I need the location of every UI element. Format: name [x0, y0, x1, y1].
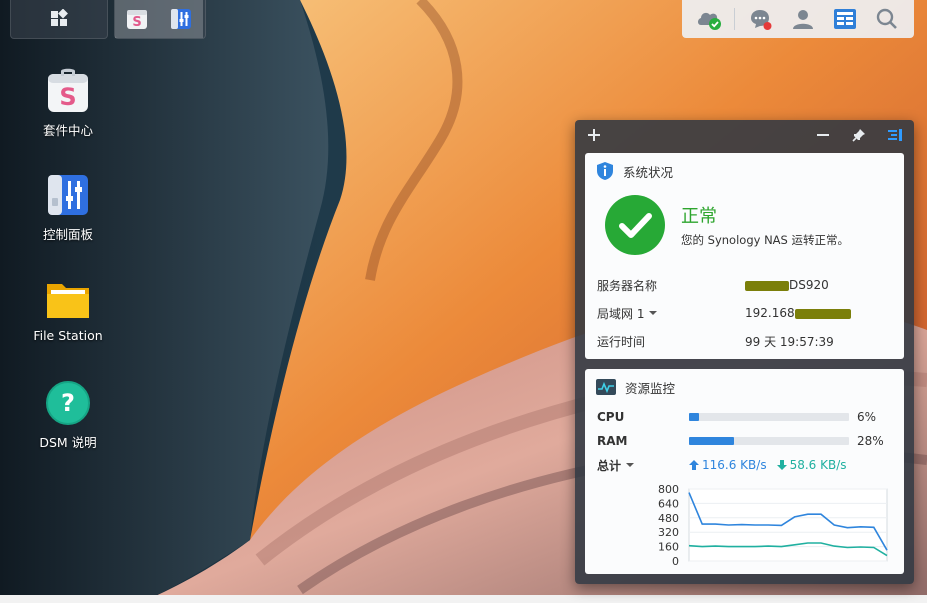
desktop-icon-label: 套件中心: [42, 123, 93, 138]
notifications-button[interactable]: [743, 2, 777, 36]
lan-label: 局域网 1: [597, 306, 645, 321]
grid-icon: [51, 9, 68, 26]
health-message: 您的 Synology NAS 运转正常。: [681, 233, 850, 247]
cloud-status-button[interactable]: [692, 2, 726, 36]
check-circle-icon: [605, 195, 665, 255]
help-icon: ?: [46, 381, 90, 425]
chat-notification-icon: [751, 10, 772, 30]
control-panel-icon: [48, 175, 88, 215]
layout-icon: [888, 129, 902, 141]
cpu-usage-fill: [689, 413, 699, 421]
chart-y-tick-label: 320: [658, 526, 679, 539]
widget-title-row: 资源监控: [585, 369, 904, 405]
minus-icon: [817, 134, 829, 136]
desktop-icon-label: 控制面板: [42, 227, 93, 242]
add-widget-button[interactable]: [585, 126, 603, 144]
running-apps-group: S: [114, 0, 206, 39]
pin-button[interactable]: [850, 126, 868, 144]
desktop-icon-label: DSM 说明: [39, 435, 97, 450]
monitor-chart-icon: [596, 379, 616, 395]
lan-row: 局域网 1 192.168: [585, 299, 904, 327]
svg-text:S: S: [132, 15, 141, 30]
chart-y-tick-label: 0: [672, 555, 679, 568]
desktop-icon-control-panel[interactable]: 控制面板: [18, 172, 118, 243]
user-button[interactable]: [786, 2, 820, 36]
tray-divider: [734, 8, 736, 30]
widget-panel-header: [575, 120, 914, 150]
control-panel-icon: [171, 9, 191, 29]
minimize-button[interactable]: [814, 126, 832, 144]
server-name-row: 服务器名称 DS920: [585, 271, 904, 299]
pin-icon: [852, 129, 865, 142]
redaction: [794, 308, 851, 319]
desktop-icon-package-center[interactable]: S 套件中心: [18, 68, 118, 139]
widget-title: 系统状况: [623, 164, 674, 180]
uptime-row: 运行时间 99 天 19:57:39: [585, 327, 904, 355]
widget-panel: 系统状况 正常 您的 Synology NAS 运转正常。 服务器名称 DS92…: [575, 120, 914, 584]
user-icon: [792, 10, 813, 29]
upload-rate: 116.6 KB/s: [689, 458, 767, 472]
cpu-label: CPU: [597, 410, 625, 424]
status-summary: 正常 您的 Synology NAS 运转正常。: [585, 189, 904, 261]
svg-text:?: ?: [61, 389, 75, 417]
download-arrow-icon: [776, 460, 787, 470]
resource-monitor-widget: 资源监控 CPU 6% RAM 28% 总计 116.6 KB/s 58.6 K…: [585, 369, 904, 574]
desktop-icon-label: File Station: [33, 328, 103, 343]
cpu-row: CPU 6%: [585, 405, 904, 429]
redaction: [745, 280, 789, 291]
ram-usage-bar: [689, 437, 849, 445]
caret-down-icon: [649, 311, 658, 315]
package-center-icon: S: [127, 10, 147, 30]
cpu-usage-bar: [689, 413, 849, 421]
ram-usage-fill: [689, 437, 734, 445]
search-icon: [876, 8, 897, 29]
widget-title-row: 系统状况: [585, 153, 904, 189]
plus-icon: [588, 129, 600, 141]
server-name-label: 服务器名称: [597, 278, 658, 293]
folder-icon: [47, 284, 89, 318]
desktop-icon-dsm-help[interactable]: ? DSM 说明: [18, 380, 118, 451]
desktop-icon-file-station[interactable]: File Station: [18, 276, 118, 343]
health-status: 正常: [681, 206, 717, 227]
main-menu-button[interactable]: [11, 0, 107, 38]
download-value: 58.6 KB/s: [789, 458, 847, 472]
system-status-widget: 系统状况 正常 您的 Synology NAS 运转正常。 服务器名称 DS92…: [585, 153, 904, 359]
server-name-value: DS920: [789, 278, 829, 292]
uptime-value: 99 天 19:57:39: [745, 334, 834, 349]
widget-layout-button[interactable]: [886, 126, 904, 144]
chart-y-tick-label: 640: [658, 497, 679, 510]
lan-ip-value: 192.168: [745, 306, 795, 320]
upload-arrow-icon: [689, 460, 699, 470]
lan-selector[interactable]: 局域网 1: [597, 305, 745, 322]
download-rate: 58.6 KB/s: [776, 458, 847, 472]
ram-row: RAM 28%: [585, 429, 904, 453]
network-row: 总计 116.6 KB/s 58.6 KB/s: [585, 453, 904, 477]
chart-y-tick-label: 480: [658, 512, 679, 525]
main-menu-group: [10, 0, 108, 39]
ram-label: RAM: [597, 434, 628, 448]
chart-y-tick-label: 160: [658, 541, 679, 554]
cloud-check-icon: [698, 12, 722, 30]
cpu-percent: 6%: [857, 410, 877, 424]
widget-title: 资源监控: [625, 380, 676, 396]
package-center-icon: S: [48, 68, 88, 112]
network-chart: 800640 480320 1600: [658, 485, 888, 568]
svg-text:S: S: [59, 83, 76, 111]
upload-value: 116.6 KB/s: [702, 458, 767, 472]
network-selector[interactable]: 总计: [597, 457, 689, 474]
widgets-icon: [833, 9, 856, 29]
caret-down-icon: [626, 463, 635, 467]
network-label: 总计: [597, 458, 622, 473]
taskbar-control-panel[interactable]: [159, 0, 203, 38]
info-shield-icon: [597, 162, 613, 180]
chart-y-tick-label: 800: [658, 485, 679, 496]
taskbar-package-center[interactable]: S: [115, 0, 159, 38]
uptime-label: 运行时间: [597, 334, 646, 349]
search-button[interactable]: [870, 2, 904, 36]
widgets-button[interactable]: [828, 2, 862, 36]
ram-percent: 28%: [857, 434, 884, 448]
system-tray: [682, 0, 914, 38]
